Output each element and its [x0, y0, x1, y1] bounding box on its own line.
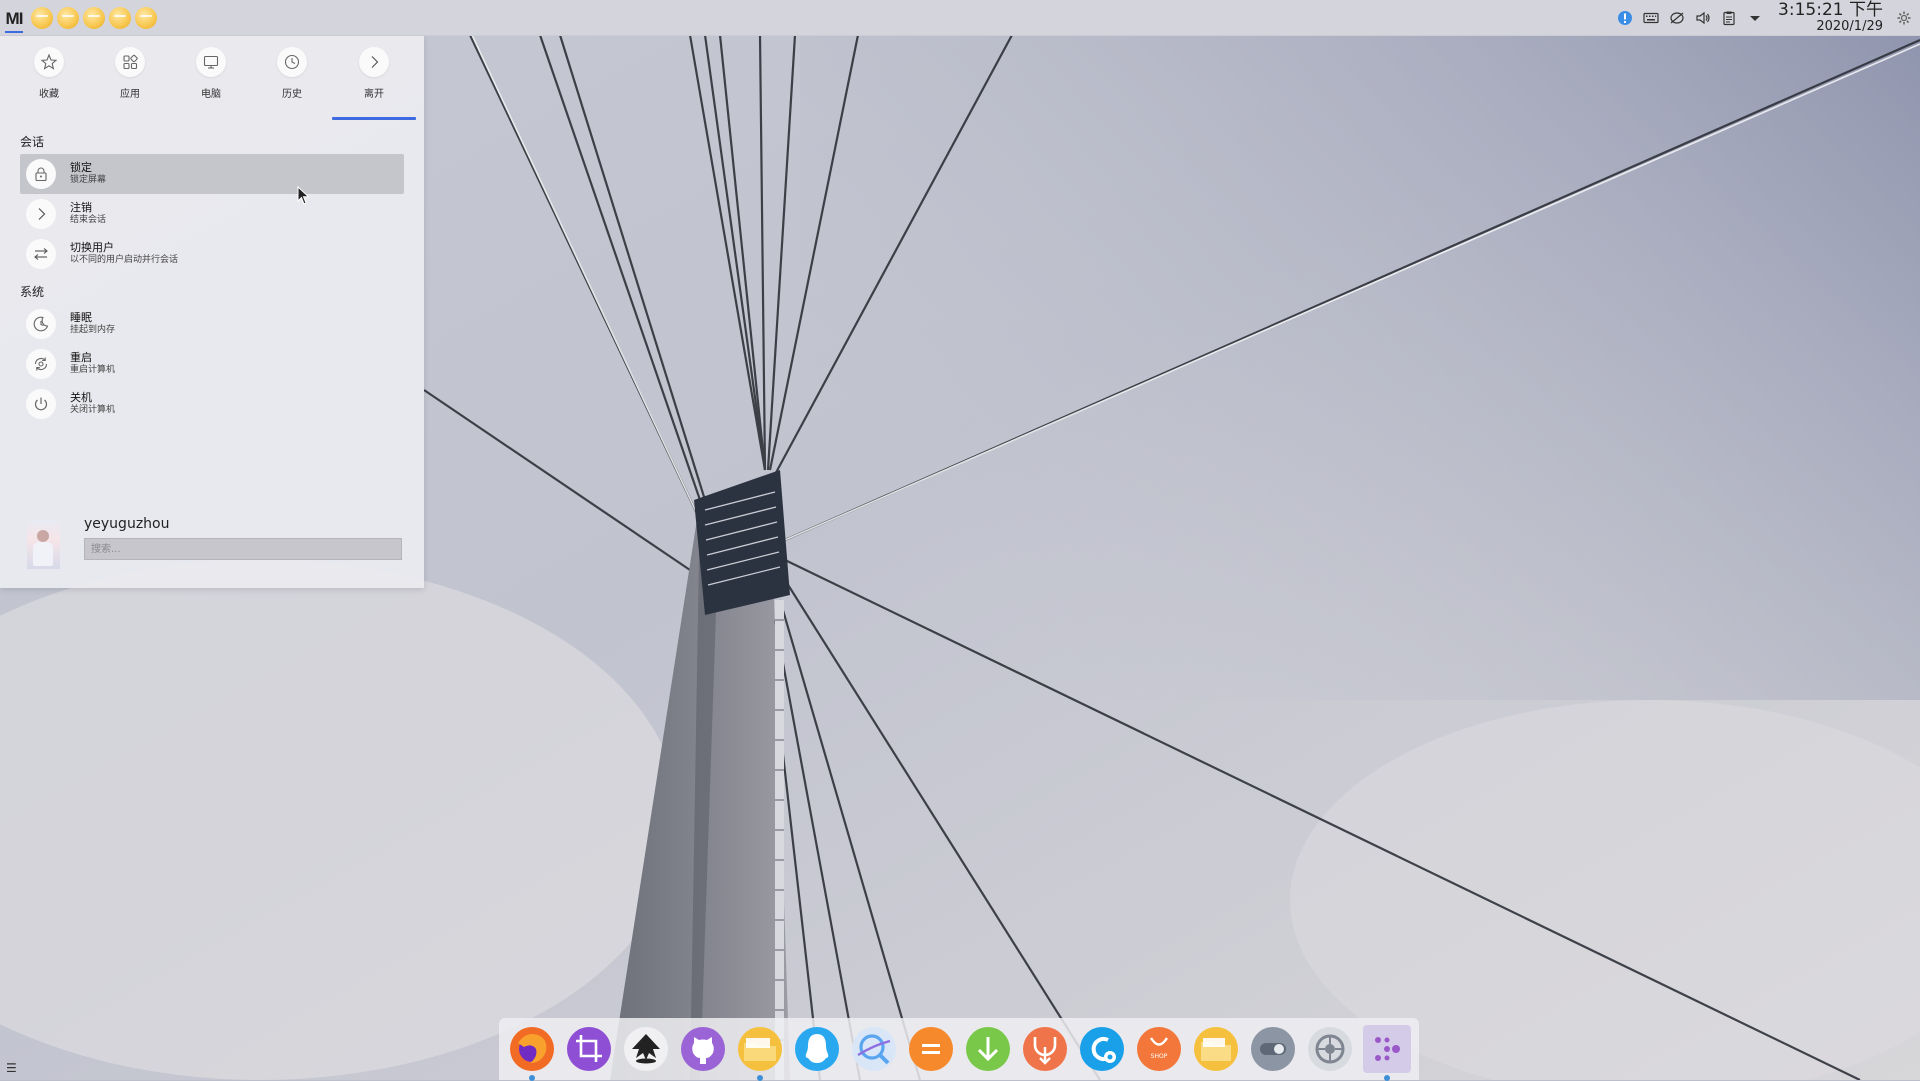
application-launcher: 收藏 应用 电脑 历史 离开 会话 锁定 锁定屏幕 注销 结束会话 切换用户 以… — [0, 35, 424, 588]
item-title: 睡眠 — [70, 311, 92, 324]
downloader-icon[interactable] — [964, 1025, 1012, 1073]
dock: SHOP — [499, 1018, 1419, 1081]
item-subtitle: 锁定屏幕 — [70, 175, 107, 185]
tab-history[interactable]: 历史 — [259, 47, 325, 100]
clock-date: 2020/1/29 — [1816, 19, 1883, 34]
expand-tray-icon[interactable] — [1745, 8, 1765, 28]
info-icon[interactable] — [1615, 8, 1635, 28]
switch-user-icon — [26, 239, 56, 269]
folder-launcher-icon[interactable] — [31, 6, 53, 29]
screenshot-crop-icon[interactable] — [565, 1025, 613, 1073]
sleep-item[interactable]: 睡眠 挂起到内存 — [20, 304, 404, 344]
item-subtitle: 挂起到内存 — [70, 325, 116, 335]
tab-favorites[interactable]: 收藏 — [16, 47, 82, 100]
firefox-icon[interactable] — [508, 1025, 556, 1081]
item-title: 关机 — [70, 391, 92, 404]
launcher-more-icon[interactable] — [1363, 1025, 1411, 1081]
toggle-icon[interactable] — [1249, 1025, 1297, 1073]
logo-text: MI — [5, 8, 24, 28]
tab-label: 电脑 — [201, 89, 221, 100]
folder-launcher-icon[interactable] — [109, 6, 131, 29]
tab-label: 历史 — [282, 89, 302, 100]
power-icon — [26, 389, 56, 419]
item-title: 切换用户 — [70, 241, 114, 254]
item-subtitle: 结束会话 — [70, 215, 107, 225]
folder-launcher-icon[interactable] — [83, 6, 105, 29]
clock-time: 3:15:21 下午 — [1778, 0, 1883, 20]
user-row: yeyuguzhou — [0, 516, 424, 576]
launcher-tabs: 收藏 应用 电脑 历史 离开 — [0, 35, 424, 120]
top-panel: MI 3:15:21 下午 2020/1/29 — [0, 0, 1920, 36]
avatar[interactable] — [27, 520, 60, 569]
folder-icon[interactable] — [1192, 1025, 1240, 1073]
tab-applications[interactable]: 应用 — [97, 47, 163, 100]
system-tray: 3:15:21 下午 2020/1/29 — [1612, 0, 1920, 35]
restart-icon — [26, 349, 56, 379]
restart-item[interactable]: 重启 重启计算机 — [20, 344, 404, 384]
logout-item[interactable]: 注销 结束会话 — [20, 194, 404, 234]
tab-leave[interactable]: 离开 — [341, 47, 407, 100]
clock[interactable]: 3:15:21 下午 2020/1/29 — [1778, 0, 1883, 34]
shutdown-item[interactable]: 关机 关闭计算机 — [20, 384, 404, 424]
lock-screen-item[interactable]: 锁定 锁定屏幕 — [20, 154, 404, 194]
item-subtitle: 关闭计算机 — [70, 405, 116, 415]
inkscape-icon[interactable] — [622, 1025, 670, 1073]
panel-settings-icon[interactable] — [1894, 8, 1914, 28]
tab-computer[interactable]: 电脑 — [178, 47, 244, 100]
uget-icon[interactable] — [1021, 1025, 1069, 1073]
network-icon[interactable] — [1667, 8, 1687, 28]
item-subtitle: 重启计算机 — [70, 365, 116, 375]
tab-label: 应用 — [120, 89, 140, 100]
item-title: 注销 — [70, 201, 92, 214]
lock-icon — [26, 159, 56, 189]
logout-icon — [26, 199, 56, 229]
tools-icon[interactable] — [1078, 1025, 1126, 1073]
search-tool-icon[interactable] — [850, 1025, 898, 1073]
shop-icon[interactable]: SHOP — [1135, 1025, 1183, 1073]
qq-icon[interactable] — [793, 1025, 841, 1073]
chevron-right-icon — [359, 47, 389, 77]
item-title: 重启 — [70, 351, 92, 364]
running-indicator — [757, 1075, 763, 1081]
search-input[interactable] — [84, 538, 402, 560]
active-tab-indicator — [332, 117, 416, 120]
item-subtitle: 以不同的用户启动并行会话 — [70, 255, 179, 265]
folder-launcher-icon[interactable] — [135, 6, 157, 29]
computer-icon — [196, 47, 226, 77]
username: yeyuguzhou — [84, 516, 170, 532]
folder-launcher-icon[interactable] — [57, 6, 79, 29]
history-icon — [277, 47, 307, 77]
files-icon[interactable] — [736, 1025, 784, 1081]
keyboard-icon[interactable] — [1641, 8, 1661, 28]
section-title-session: 会话 — [20, 135, 45, 149]
tab-label: 离开 — [364, 89, 384, 100]
settings-icon[interactable] — [1306, 1025, 1354, 1073]
item-title: 锁定 — [70, 161, 92, 174]
running-indicator — [1384, 1075, 1390, 1081]
svg-text:SHOP: SHOP — [1151, 1053, 1168, 1060]
section-title-system: 系统 — [20, 285, 45, 299]
star-icon — [34, 47, 64, 77]
mouse-cursor-icon — [297, 186, 310, 205]
sleep-icon — [26, 309, 56, 339]
mi-logo-icon[interactable]: MI — [3, 7, 25, 33]
volume-icon[interactable] — [1693, 8, 1713, 28]
apps-icon — [115, 47, 145, 77]
clipboard-icon[interactable] — [1719, 8, 1739, 28]
switch-user-item[interactable]: 切换用户 以不同的用户启动并行会话 — [20, 234, 404, 274]
calculator-icon[interactable] — [907, 1025, 955, 1073]
running-indicator — [529, 1075, 535, 1081]
github-icon[interactable] — [679, 1025, 727, 1073]
list-menu-icon[interactable]: ☰ — [6, 1061, 17, 1075]
tab-label: 收藏 — [39, 89, 59, 100]
